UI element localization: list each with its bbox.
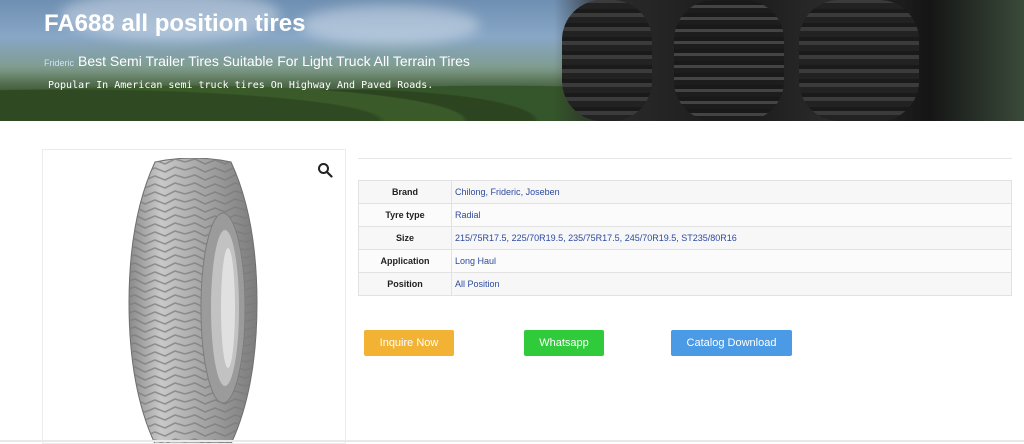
spec-label-brand: Brand	[358, 180, 452, 204]
spec-label-application: Application	[358, 249, 452, 273]
spec-label-size: Size	[358, 226, 452, 250]
hero-description: Popular In American semi truck tires On …	[48, 80, 434, 91]
tire-tread-background	[554, 0, 1024, 121]
size-link[interactable]: ST235/80R16	[681, 233, 737, 243]
application-link-long-haul[interactable]: Long Haul	[455, 256, 496, 266]
size-link[interactable]: 235/75R17.5	[568, 233, 620, 243]
spec-label-tyre-type: Tyre type	[358, 203, 452, 227]
spec-value-brand: Chilong, Frideric, Joseben	[451, 180, 1012, 204]
position-link-all-position[interactable]: All Position	[455, 279, 500, 289]
spec-value-position: All Position	[451, 272, 1012, 296]
subtitle-text: Best Semi Trailer Tires Suitable For Lig…	[78, 53, 470, 69]
specs-table: Brand Chilong, Frideric, Joseben Tyre ty…	[358, 180, 1012, 296]
whatsapp-button[interactable]: Whatsapp	[524, 330, 604, 356]
section-divider	[358, 158, 1012, 159]
spec-value-size: 215/75R17.5, 225/70R19.5, 235/75R17.5, 2…	[451, 226, 1012, 250]
table-row: Position All Position	[358, 272, 1012, 296]
product-tire-image	[128, 158, 258, 443]
spec-value-tyre-type: Radial	[451, 203, 1012, 227]
inquire-now-button[interactable]: Inquire Now	[364, 330, 454, 356]
page-title: FA688 all position tires	[44, 10, 306, 37]
size-link[interactable]: 245/70R19.5	[625, 233, 677, 243]
product-gallery	[42, 149, 346, 444]
spec-label-position: Position	[358, 272, 452, 296]
brand-link-frideric[interactable]: Frideric	[491, 187, 521, 197]
catalog-download-button[interactable]: Catalog Download	[671, 330, 792, 356]
tyre-type-link-radial[interactable]: Radial	[455, 210, 481, 220]
table-row: Application Long Haul	[358, 249, 1012, 273]
cloud-decoration	[300, 5, 480, 45]
brand-tag[interactable]: Frideric	[44, 58, 74, 68]
tire-tread-image	[562, 0, 652, 121]
hero-banner: FA688 all position tires Frideric Best Se…	[0, 0, 1024, 121]
size-link[interactable]: 225/70R19.5	[512, 233, 564, 243]
table-row: Size 215/75R17.5, 225/70R19.5, 235/75R17…	[358, 226, 1012, 250]
tire-tread-image	[799, 0, 919, 121]
hero-subtitle: Frideric Best Semi Trailer Tires Suitable…	[44, 53, 470, 69]
brand-link-joseben[interactable]: Joseben	[526, 187, 560, 197]
trees-background	[0, 66, 620, 121]
tire-tread-image	[674, 0, 784, 121]
table-row: Brand Chilong, Frideric, Joseben	[358, 180, 1012, 204]
search-icon[interactable]	[317, 162, 333, 178]
size-link[interactable]: 215/75R17.5	[455, 233, 507, 243]
brand-link-chilong[interactable]: Chilong	[455, 187, 486, 197]
spec-value-application: Long Haul	[451, 249, 1012, 273]
table-row: Tyre type Radial	[358, 203, 1012, 227]
